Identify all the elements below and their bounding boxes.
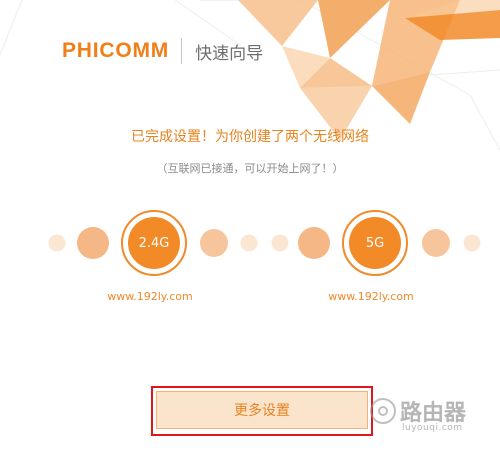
brand-divider [181,38,183,64]
band-5g-label: 5G [349,217,401,269]
band-2g-indicator: 2.4G [121,210,187,276]
connection-status-note: （互联网已接通，可以开始上网了！） [156,162,344,175]
decor-dot [271,234,289,252]
band-5g-ssid: www.192ly.com [328,290,414,303]
band-2g-label: 2.4G [128,217,180,269]
band-2g-ssid: www.192ly.com [107,290,193,303]
completion-message: 已完成设置！为你创建了两个无线网络 [131,129,369,145]
watermark-url: luyouqi.com [402,423,463,433]
decor-dot [77,227,109,259]
decor-dot [463,234,481,252]
brand-logo: PHICOMM [62,39,170,62]
decor-dot [422,229,450,257]
band-5g-indicator: 5G [342,210,408,276]
decor-dot [298,227,330,259]
more-settings-button[interactable]: 更多设置 [156,391,368,429]
decor-dot [200,229,228,257]
decor-dot [48,234,66,252]
brand-header: PHICOMM 快速向导 [62,38,263,64]
router-logo-icon [370,398,396,424]
watermark: 路由器 luyouqi.com [368,392,492,440]
decor-dot [240,234,258,252]
wizard-title: 快速向导 [195,43,264,64]
